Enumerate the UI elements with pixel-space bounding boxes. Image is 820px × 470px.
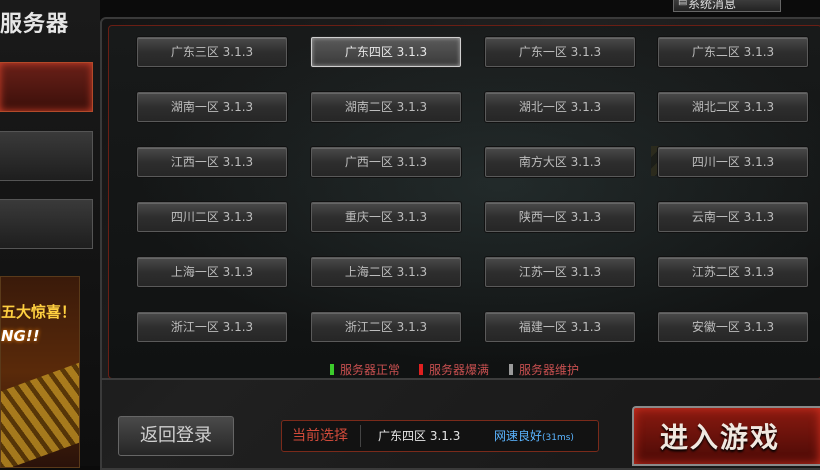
promo-subtitle: NG!! xyxy=(1,327,40,345)
server-button[interactable]: 湖北二区 3.1.3 xyxy=(658,92,808,122)
server-button[interactable]: 江西一区 3.1.3 xyxy=(137,147,287,177)
server-button[interactable]: 浙江二区 3.1.3 xyxy=(311,312,461,342)
current-server-name: 广东四区 3.1.3 xyxy=(378,429,461,443)
server-panel xyxy=(100,17,820,470)
server-button[interactable]: 广东一区 3.1.3 xyxy=(485,37,635,67)
sidebar-tab-active[interactable] xyxy=(0,62,93,112)
ping-value: (31ms) xyxy=(542,433,574,443)
weapon-image xyxy=(1,360,79,467)
promo-headline: 五大惊喜！ xyxy=(1,303,77,321)
legend-maintenance-swatch xyxy=(509,364,513,375)
server-button[interactable]: 陕西一区 3.1.3 xyxy=(485,202,635,232)
server-button[interactable]: 广西一区 3.1.3 xyxy=(311,147,461,177)
server-button[interactable]: 广东三区 3.1.3 xyxy=(137,37,287,67)
legend-normal-swatch xyxy=(330,364,334,375)
divider xyxy=(100,378,820,386)
server-button[interactable]: 湖南一区 3.1.3 xyxy=(137,92,287,122)
server-button[interactable]: 浙江一区 3.1.3 xyxy=(137,312,287,342)
server-button[interactable]: 江苏一区 3.1.3 xyxy=(485,257,635,287)
server-button[interactable]: 福建一区 3.1.3 xyxy=(485,312,635,342)
sidebar-title: 服务器 xyxy=(0,12,70,37)
server-button[interactable]: 上海二区 3.1.3 xyxy=(311,257,461,287)
legend-full-label: 服务器爆满 xyxy=(429,363,490,377)
server-button[interactable]: 云南一区 3.1.3 xyxy=(658,202,808,232)
legend-full: 服务器爆满 xyxy=(419,361,489,378)
network-status-text: 网速良好 xyxy=(494,429,543,443)
enter-game-button[interactable]: 进入游戏 xyxy=(632,406,820,466)
back-to-login-button[interactable]: 返回登录 xyxy=(118,416,234,456)
legend-full-swatch xyxy=(419,364,423,375)
server-button[interactable]: 广东四区 3.1.3 xyxy=(311,37,461,67)
separator xyxy=(360,425,361,447)
legend-normal-label: 服务器正常 xyxy=(340,363,401,377)
server-button[interactable]: 湖北一区 3.1.3 xyxy=(485,92,635,122)
server-button[interactable]: 上海一区 3.1.3 xyxy=(137,257,287,287)
server-button[interactable]: 四川二区 3.1.3 xyxy=(137,202,287,232)
sidebar: 服务器 五大惊喜！ NG!! xyxy=(0,0,100,468)
legend-normal: 服务器正常 xyxy=(330,361,400,378)
server-button[interactable]: 重庆一区 3.1.3 xyxy=(311,202,461,232)
enter-game-label: 进入游戏 xyxy=(660,421,781,454)
current-selection-label: 当前选择 xyxy=(292,428,348,444)
sidebar-tab[interactable] xyxy=(0,131,93,181)
server-button[interactable]: 江苏二区 3.1.3 xyxy=(658,257,808,287)
current-selection-box: 当前选择 广东四区 3.1.3 网速良好(31ms) xyxy=(281,420,599,452)
list-icon: ▤ xyxy=(678,0,688,7)
promo-banner[interactable]: 五大惊喜！ NG!! xyxy=(0,276,80,468)
server-button[interactable]: 湖南二区 3.1.3 xyxy=(311,92,461,122)
server-button[interactable]: 广东二区 3.1.3 xyxy=(658,37,808,67)
server-button[interactable]: 四川一区 3.1.3 xyxy=(658,147,808,177)
system-message-button[interactable]: ▤ 系统消息 xyxy=(673,0,781,12)
system-message-label: 系统消息 xyxy=(688,0,737,11)
legend-maintenance: 服务器维护 xyxy=(509,361,579,378)
network-status: 网速良好(31ms) xyxy=(494,421,574,453)
legend-maintenance-label: 服务器维护 xyxy=(519,363,580,377)
server-button[interactable]: 南方大区 3.1.3 xyxy=(485,147,635,177)
sidebar-tab[interactable] xyxy=(0,199,93,249)
server-button[interactable]: 安徽一区 3.1.3 xyxy=(658,312,808,342)
